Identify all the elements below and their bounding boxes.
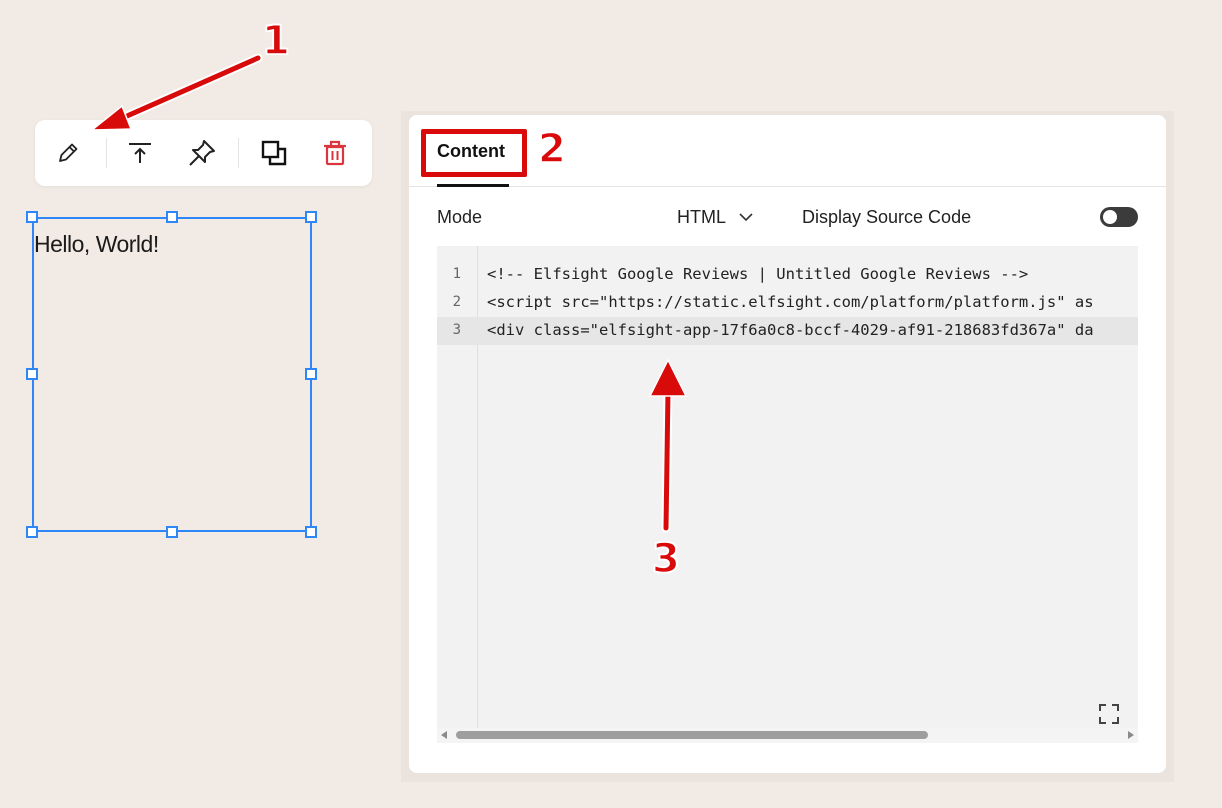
code-line: 1 <!-- Elfsight Google Reviews | Untitle… [437, 261, 1138, 289]
mode-value: HTML [677, 206, 726, 227]
pin-icon [189, 140, 215, 166]
annotation-number-3: 3 [651, 535, 680, 583]
scroll-right-arrow[interactable] [1128, 731, 1134, 739]
block-toolbar [35, 120, 372, 186]
annotation-number-1: 1 [261, 17, 290, 65]
display-source-label: Display Source Code [802, 207, 972, 227]
resize-handle-bottom[interactable] [166, 526, 178, 538]
code-line-active: 3 <div class="elfsight-app-17f6a0c8-bccf… [437, 317, 1138, 345]
code-text: <div class="elfsight-app-17f6a0c8-bccf-4… [487, 321, 1094, 339]
mode-select[interactable]: HTML [677, 203, 754, 231]
line-number: 2 [452, 294, 461, 310]
tab-bar: Content [409, 115, 1166, 187]
display-source-toggle[interactable] [1100, 207, 1138, 227]
resize-handle-top-left[interactable] [26, 211, 38, 223]
resize-handle-top-right[interactable] [305, 211, 317, 223]
fullscreen-button[interactable] [1097, 702, 1121, 726]
edit-button[interactable] [51, 136, 85, 170]
move-to-top-button[interactable] [123, 136, 157, 170]
selected-text-block[interactable]: Hello, World! [32, 217, 312, 532]
toolbar-divider [238, 138, 239, 168]
expand-icon [1099, 704, 1119, 724]
horizontal-scrollbar[interactable] [437, 728, 1138, 743]
line-number: 3 [452, 322, 461, 338]
annotation-highlight-box [421, 129, 527, 177]
line-number: 1 [452, 266, 461, 282]
code-editor[interactable]: 1 <!-- Elfsight Google Reviews | Untitle… [437, 246, 1138, 743]
toggle-knob [1103, 210, 1117, 224]
resize-handle-right[interactable] [305, 368, 317, 380]
mode-label: Mode [437, 207, 483, 227]
resize-handle-left[interactable] [26, 368, 38, 380]
pin-button[interactable] [185, 136, 219, 170]
resize-handle-bottom-left[interactable] [26, 526, 38, 538]
annotation-number-2: 2 [537, 125, 566, 173]
chevron-down-icon [739, 213, 753, 222]
edit-pencil-icon [59, 143, 78, 162]
code-block-panel: Content Mode HTML Display Source Code 1 … [409, 115, 1166, 773]
code-line: 2 <script src="https://static.elfsight.c… [437, 289, 1138, 317]
code-text: <script src="https://static.elfsight.com… [487, 293, 1094, 311]
block-text: Hello, World! [34, 231, 159, 257]
duplicate-button[interactable] [257, 136, 291, 170]
duplicate-icon [261, 140, 287, 166]
move-to-top-icon [129, 143, 151, 163]
code-text: <!-- Elfsight Google Reviews | Untitled … [487, 265, 1029, 283]
scroll-left-arrow[interactable] [441, 731, 447, 739]
resize-handle-top[interactable] [166, 211, 178, 223]
scrollbar-thumb[interactable] [456, 731, 928, 739]
toolbar-divider [106, 138, 107, 168]
resize-handle-bottom-right[interactable] [305, 526, 317, 538]
tab-active-indicator [437, 184, 509, 187]
trash-icon [324, 140, 346, 166]
delete-button[interactable] [318, 136, 352, 170]
